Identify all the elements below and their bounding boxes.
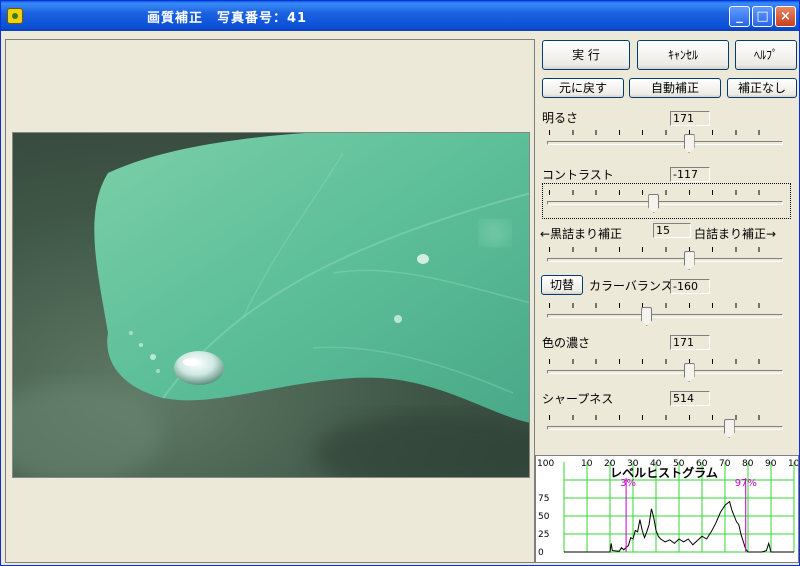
execute-button[interactable]: 実 行 bbox=[542, 40, 630, 70]
saturation-label: 色の濃さ bbox=[542, 336, 591, 350]
sharpness-value: 514 bbox=[670, 391, 710, 406]
slider-thumb[interactable] bbox=[683, 251, 695, 270]
auto-correct-button[interactable]: 自動補正 bbox=[629, 78, 721, 98]
no-correct-button[interactable]: 補正なし bbox=[727, 78, 797, 98]
brightness-value: 171 bbox=[670, 111, 710, 126]
undo-button[interactable]: 元に戻す bbox=[542, 78, 624, 98]
brightness-label: 明るさ bbox=[542, 111, 579, 125]
image-preview-panel bbox=[5, 39, 535, 563]
window-title: 画質補正 写真番号：41 bbox=[147, 11, 308, 26]
histogram-y-ticks: 75 50 25 0 bbox=[538, 494, 550, 558]
x-tick-label: 80 bbox=[742, 459, 754, 469]
contrast-label: コントラスト bbox=[542, 168, 614, 182]
histogram-title: レベルヒストグラム bbox=[610, 465, 718, 480]
level-histogram-panel: 100102030405060708090100 7550250 3% 97% … bbox=[535, 455, 800, 563]
brightness-slider[interactable] bbox=[547, 128, 783, 153]
image-correction-window: 画質補正 写真番号：41 _ □ × 実 行 ｷｬﾝｾﾙ ﾍﾙﾌﾟ 元に戻す 自… bbox=[0, 0, 800, 566]
minimize-button[interactable]: _ bbox=[729, 6, 750, 27]
level-histogram: 100102030405060708090100 7550250 3% 97% … bbox=[537, 459, 800, 558]
levels-value: 15 bbox=[653, 223, 691, 238]
x-tick-label: 10 bbox=[581, 459, 593, 469]
x-tick-label: 90 bbox=[765, 459, 777, 469]
slider-thumb[interactable] bbox=[641, 307, 653, 326]
levels-slider[interactable] bbox=[547, 245, 783, 270]
white-crush-label: 白詰まり補正→ bbox=[694, 227, 777, 241]
x-tick-label: 100 bbox=[788, 459, 798, 469]
y-tick-label: 75 bbox=[538, 494, 549, 504]
x-tick-label: 70 bbox=[719, 459, 731, 469]
contrast-slider[interactable] bbox=[547, 188, 783, 213]
color-balance-value: -160 bbox=[670, 279, 710, 294]
maximize-button[interactable]: □ bbox=[752, 6, 773, 27]
slider-thumb[interactable] bbox=[683, 134, 695, 153]
saturation-value: 171 bbox=[670, 335, 710, 350]
color-balance-slider[interactable] bbox=[547, 301, 783, 326]
y-tick-label: 25 bbox=[538, 530, 549, 540]
sharpness-slider[interactable] bbox=[547, 413, 783, 438]
y-tick-label: 0 bbox=[538, 548, 544, 558]
slider-thumb[interactable] bbox=[683, 363, 695, 382]
app-icon bbox=[7, 8, 23, 24]
y-tick-label: 50 bbox=[538, 512, 550, 522]
title-bar[interactable]: 画質補正 写真番号：41 _ □ × bbox=[1, 1, 799, 31]
contrast-value: -117 bbox=[670, 167, 710, 182]
slider-thumb[interactable] bbox=[723, 419, 735, 438]
control-panel: 実 行 ｷｬﾝｾﾙ ﾍﾙﾌﾟ 元に戻す 自動補正 補正なし 明るさ 171 コン… bbox=[535, 39, 799, 453]
cancel-button[interactable]: ｷｬﾝｾﾙ bbox=[637, 40, 729, 70]
leaf-photo-image bbox=[13, 133, 529, 477]
slider-thumb[interactable] bbox=[648, 194, 660, 213]
help-button[interactable]: ﾍﾙﾌﾟ bbox=[735, 40, 797, 70]
close-button[interactable]: × bbox=[775, 6, 796, 27]
x-tick-label: 100 bbox=[537, 459, 554, 469]
white-point-label: 97% bbox=[735, 478, 757, 489]
sharpness-label: シャープネス bbox=[542, 392, 614, 406]
saturation-slider[interactable] bbox=[547, 357, 783, 382]
color-balance-label: カラーバランス bbox=[589, 279, 673, 293]
photo-preview bbox=[12, 132, 530, 478]
black-crush-label: ←黒詰まり補正 bbox=[540, 227, 623, 241]
switch-button[interactable]: 切替 bbox=[541, 275, 583, 295]
